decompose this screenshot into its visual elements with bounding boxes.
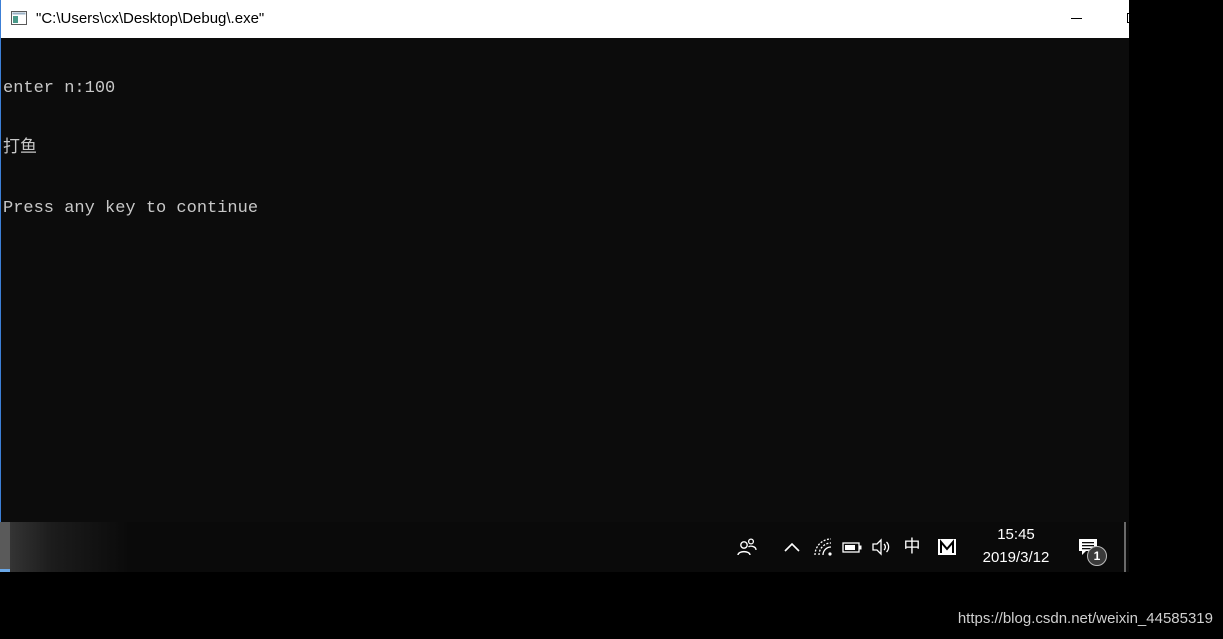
watermark-url: https://blog.csdn.net/weixin_44585319: [957, 610, 1213, 627]
clock-time[interactable]: 15:45: [975, 525, 1057, 545]
console-app-icon: [11, 11, 27, 25]
m-badge-icon[interactable]: [935, 535, 959, 559]
screen: "C:\Users\cx\Desktop\Debug\.exe" enter n…: [0, 0, 1223, 639]
people-icon[interactable]: [735, 535, 759, 559]
chevron-up-icon[interactable]: [780, 535, 804, 559]
console-output[interactable]: enter n:100 打鱼 Press any key to continue: [3, 39, 1123, 259]
ime-language-indicator[interactable]: 中: [900, 522, 924, 572]
notification-count-badge: 1: [1087, 546, 1107, 566]
taskbar: [0, 522, 1129, 572]
console-window[interactable]: "C:\Users\cx\Desktop\Debug\.exe" enter n…: [0, 0, 1129, 572]
maximize-icon: [1127, 13, 1129, 23]
console-line: enter n:100: [3, 79, 116, 98]
wifi-icon[interactable]: [811, 535, 835, 559]
clock-date[interactable]: 2019/3/12: [975, 548, 1057, 568]
title-bar[interactable]: "C:\Users\cx\Desktop\Debug\.exe": [1, 0, 1129, 38]
show-desktop-button[interactable]: [1124, 522, 1126, 572]
maximize-button[interactable]: [1123, 0, 1129, 38]
window-title: "C:\Users\cx\Desktop\Debug\.exe": [36, 10, 265, 27]
minimize-icon: [1071, 18, 1082, 19]
taskbar-app-highlight: [0, 522, 130, 572]
console-line: Press any key to continue: [3, 199, 259, 218]
active-app-indicator: [0, 569, 10, 572]
console-line: 打鱼: [3, 139, 37, 158]
minimize-button[interactable]: [1053, 0, 1099, 38]
battery-icon[interactable]: [840, 535, 864, 559]
taskbar-app-button[interactable]: [0, 522, 10, 572]
volume-icon[interactable]: [869, 535, 893, 559]
